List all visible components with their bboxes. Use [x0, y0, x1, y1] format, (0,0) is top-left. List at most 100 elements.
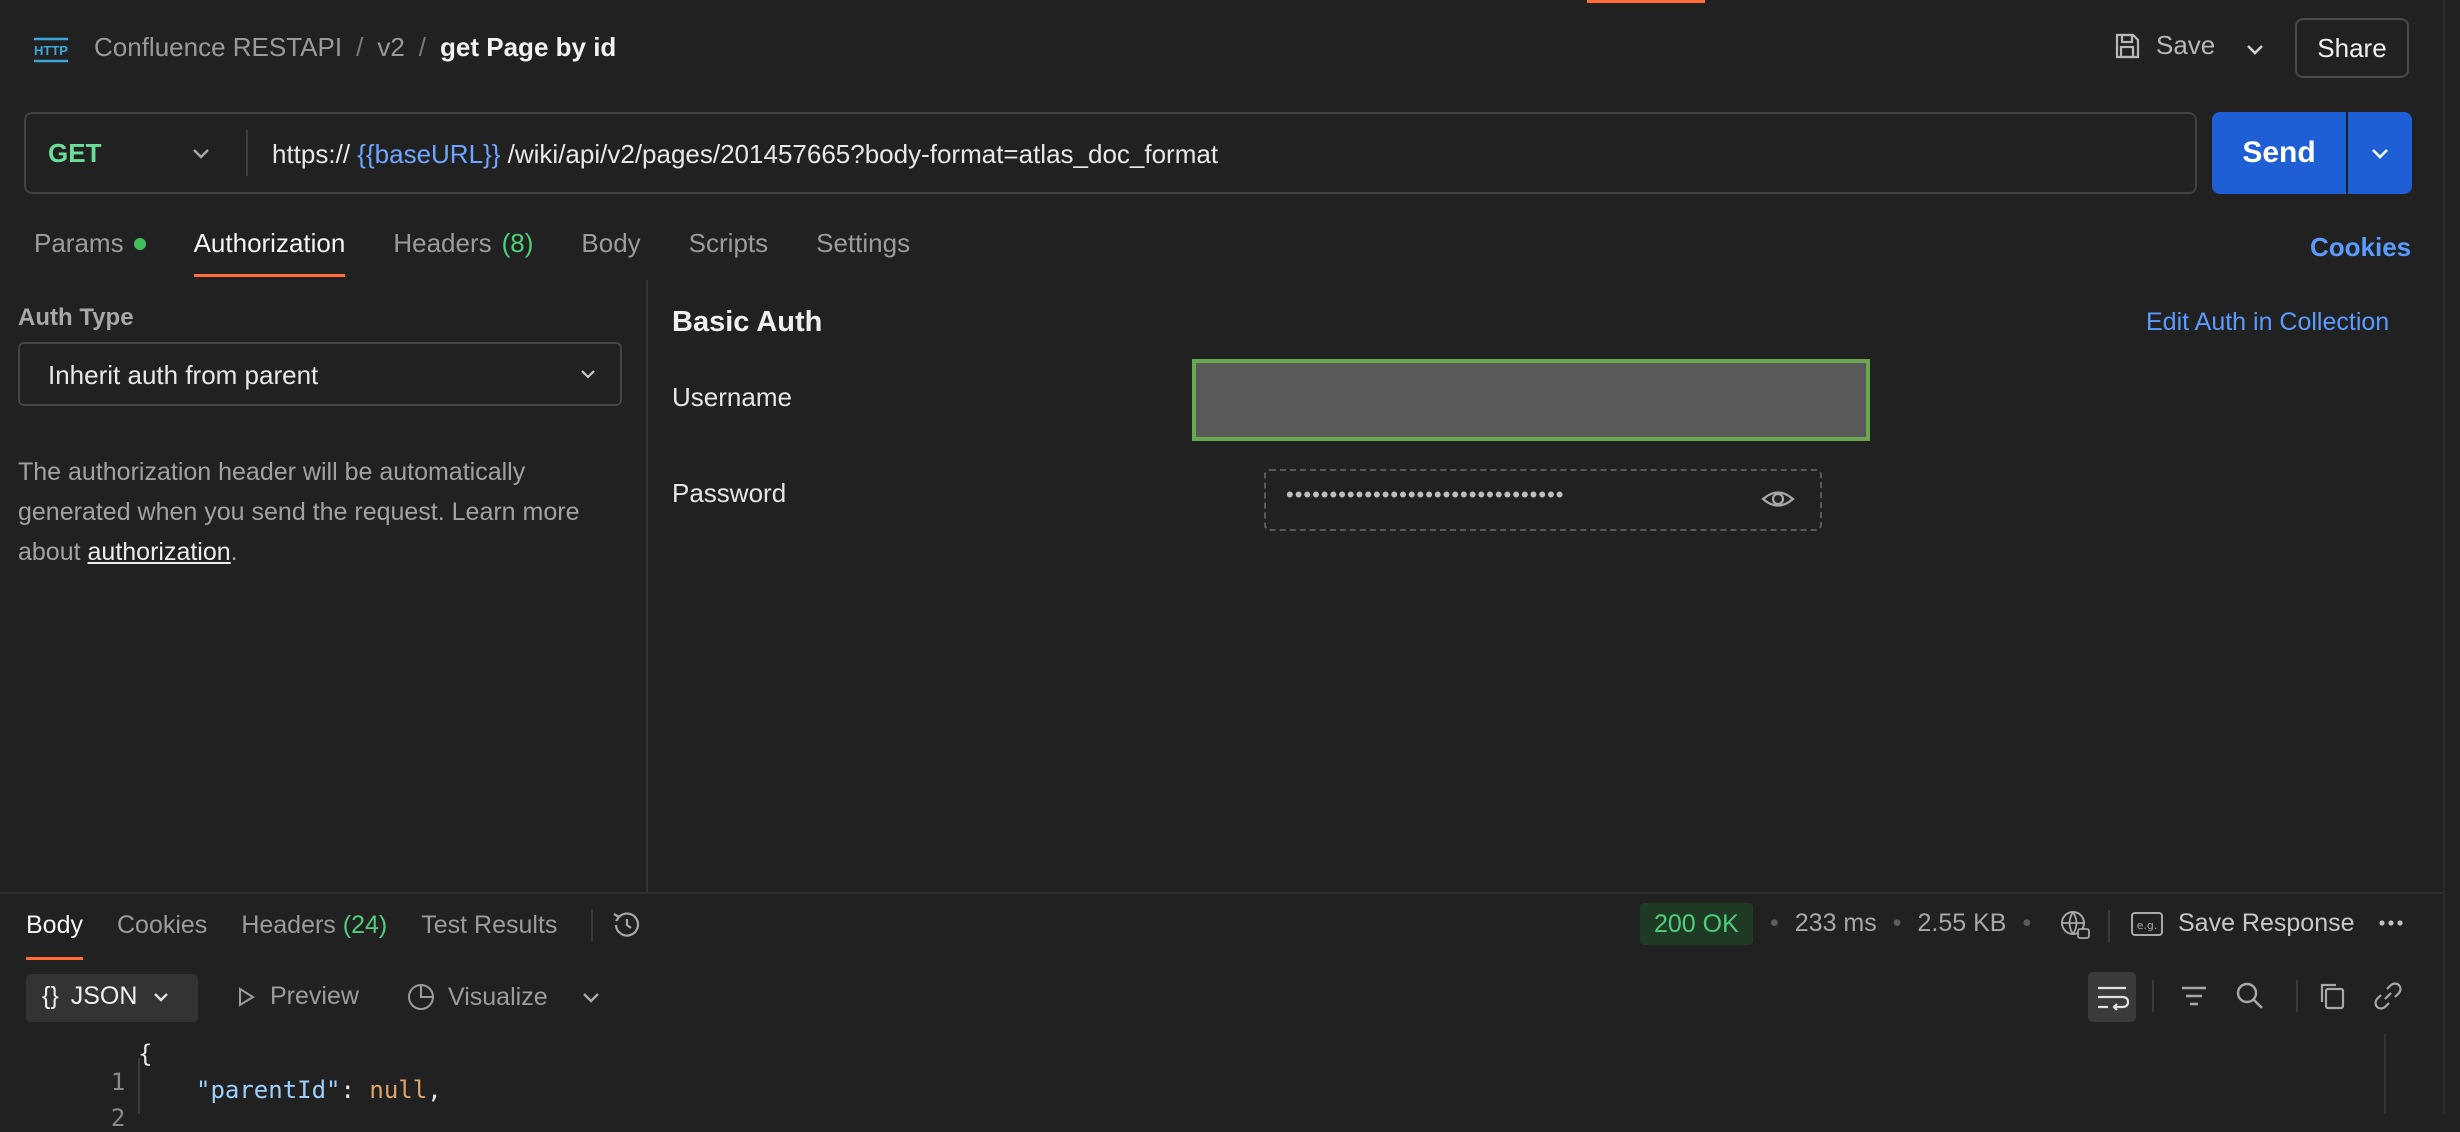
active-tab-indicator [1587, 0, 1705, 3]
response-divider [0, 892, 2445, 894]
response-time[interactable]: 233 ms [1795, 909, 1877, 938]
params-indicator-dot [133, 237, 146, 250]
tab-authorization-label: Authorization [193, 228, 346, 258]
status-badge[interactable]: 200 OK [1640, 903, 1753, 945]
braces-icon: {} [42, 982, 59, 1010]
response-size[interactable]: 2.55 KB [1918, 909, 2007, 938]
response-tab-body[interactable]: Body [26, 911, 83, 960]
network-globe-icon[interactable] [2058, 908, 2092, 942]
toolbar-separator [2296, 980, 2298, 1012]
toolbar-separator [2152, 980, 2154, 1012]
scrollbar-track[interactable] [2384, 1034, 2386, 1114]
tab-params[interactable]: Params [34, 228, 146, 259]
method-select[interactable]: GET [48, 138, 101, 169]
url-path: /wiki/api/v2/pages/201457665?body-format… [507, 139, 1219, 169]
code-text: { [138, 1040, 153, 1068]
response-meta: • 233 ms • 2.55 KB • [1770, 909, 2031, 938]
response-tab-cookies[interactable]: Cookies [117, 911, 207, 940]
auth-type-value: Inherit auth from parent [48, 360, 319, 390]
code-line: 2 [82, 1076, 125, 1132]
wrap-lines-button[interactable] [2088, 972, 2136, 1022]
tab-authorization[interactable]: Authorization [193, 228, 346, 277]
more-options-icon[interactable] [2374, 906, 2408, 940]
visualize-chevron-icon[interactable] [578, 984, 604, 1010]
cookies-link[interactable]: Cookies [2310, 232, 2411, 263]
tab-scripts-label: Scripts [688, 228, 769, 258]
chevron-down-icon[interactable] [188, 140, 214, 166]
save-button[interactable]: Save [2112, 30, 2215, 61]
svg-text:HTTP: HTTP [34, 43, 68, 58]
edit-auth-in-collection-link[interactable]: Edit Auth in Collection [2146, 308, 2389, 337]
tab-settings-label: Settings [816, 228, 911, 258]
basic-auth-title: Basic Auth [672, 306, 823, 338]
chevron-down-icon [2372, 149, 2388, 159]
tab-body-label: Body [581, 228, 641, 258]
save-label: Save [2156, 30, 2216, 60]
send-button[interactable]: Send [2212, 112, 2346, 194]
json-key: "parentId" [196, 1076, 341, 1104]
tab-body[interactable]: Body [581, 228, 640, 259]
auth-help-text: The authorization header will be automat… [18, 452, 618, 572]
save-response-button[interactable]: e.g. Save Response [2130, 909, 2355, 938]
tab-params-label: Params [34, 228, 124, 258]
link-icon[interactable] [2370, 978, 2406, 1014]
url-prefix: https:// [272, 139, 351, 169]
url-variable[interactable]: {{baseURL}} [357, 139, 500, 169]
meta-bullet: • [1770, 909, 1779, 937]
json-comma: , [427, 1076, 442, 1104]
password-masked-value: •••••••••••••••••••••••••••••••• [1286, 482, 1565, 507]
meta-bullet: • [1892, 909, 1902, 937]
breadcrumb-folder[interactable]: v2 [377, 32, 404, 63]
url-input[interactable]: https:// {{baseURL}} /wiki/api/v2/pages/… [272, 139, 1218, 170]
preview-button[interactable]: Preview [234, 982, 359, 1011]
chevron-down-icon [574, 360, 602, 388]
filter-icon[interactable] [2176, 978, 2212, 1014]
breadcrumb-collection[interactable]: Confluence RESTAPI [94, 32, 342, 63]
auth-type-label: Auth Type [18, 304, 134, 331]
history-icon[interactable] [610, 908, 644, 942]
save-response-icon: e.g. [2131, 911, 2163, 936]
format-label: JSON [70, 982, 138, 1010]
share-button[interactable]: Share [2295, 18, 2409, 78]
code-text: "parentId": null, [196, 1076, 442, 1104]
response-headers-count: (24) [342, 910, 388, 939]
preview-label: Preview [270, 982, 359, 1010]
page-title[interactable]: get Page by id [440, 32, 616, 63]
http-request-icon: HTTP [30, 33, 72, 67]
meta-separator [2108, 910, 2110, 942]
tab-settings[interactable]: Settings [816, 228, 910, 259]
svg-text:e.g.: e.g. [2137, 919, 2158, 932]
breadcrumb: Confluence RESTAPI / v2 / get Page by id [94, 32, 616, 63]
response-tab-test-results[interactable]: Test Results [421, 911, 557, 940]
wrap-lines-icon [2098, 986, 2130, 1011]
panel-divider [646, 280, 648, 892]
response-tab-headers-label: Headers [241, 910, 336, 939]
breadcrumb-separator: / [418, 32, 427, 62]
response-tab-headers[interactable]: Headers (24) [241, 911, 387, 940]
request-tabs: Params Authorization Headers (8) Body Sc… [34, 228, 910, 277]
username-label: Username [672, 382, 792, 412]
save-icon [2115, 33, 2140, 58]
eye-icon[interactable] [1760, 484, 1796, 514]
visualize-icon [408, 984, 434, 1010]
indent-guide [138, 1058, 140, 1114]
tab-separator [591, 909, 594, 941]
breadcrumb-separator: / [356, 32, 364, 62]
tab-headers[interactable]: Headers (8) [393, 228, 533, 259]
save-response-label: Save Response [2178, 909, 2355, 937]
search-icon[interactable] [2232, 978, 2268, 1014]
window-edge [2443, 0, 2445, 1114]
json-colon: : [340, 1076, 370, 1104]
chevron-down-icon [154, 992, 169, 1002]
tab-scripts[interactable]: Scripts [689, 228, 768, 259]
username-field[interactable] [1192, 359, 1870, 441]
visualize-label: Visualize [448, 982, 548, 1011]
copy-icon[interactable] [2314, 978, 2350, 1014]
url-divider [246, 130, 248, 176]
save-options-chevron-icon[interactable] [2240, 34, 2270, 64]
authorization-link[interactable]: authorization [88, 538, 231, 566]
password-label: Password [672, 478, 787, 508]
visualize-button[interactable]: Visualize [406, 982, 548, 1012]
response-tabs: Body Cookies Headers (24) Test Results [26, 909, 594, 960]
send-options-button[interactable] [2348, 112, 2412, 194]
